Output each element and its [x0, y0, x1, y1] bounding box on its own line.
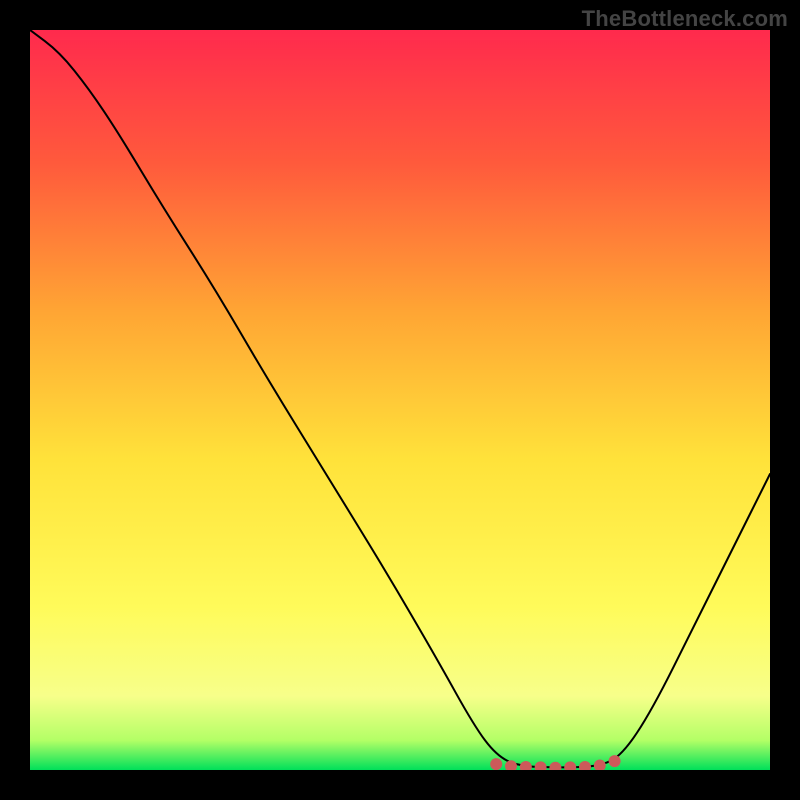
background-gradient — [30, 30, 770, 770]
chart-frame: TheBottleneck.com — [0, 0, 800, 800]
plot-area — [30, 30, 770, 770]
watermark-text: TheBottleneck.com — [582, 6, 788, 32]
